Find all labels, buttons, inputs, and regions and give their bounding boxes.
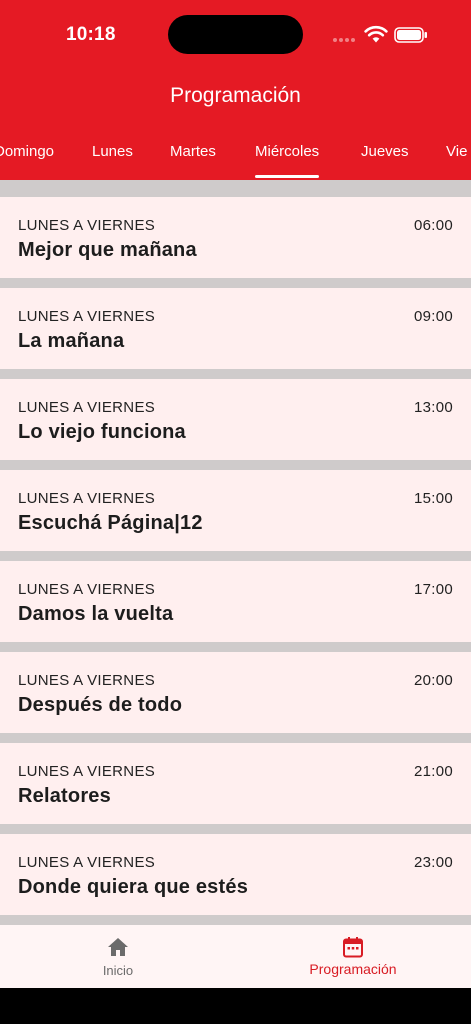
program-days: LUNES A VIERNES — [18, 399, 156, 416]
program-card[interactable]: LUNES A VIERNES 21:00 Relatores — [0, 743, 471, 824]
nav-inicio[interactable]: Inicio — [68, 925, 168, 988]
program-card[interactable]: LUNES A VIERNES 23:00 Donde quiera que e… — [0, 834, 471, 915]
program-name: Lo viejo funciona — [18, 421, 186, 443]
program-card[interactable]: LUNES A VIERNES 15:00 Escuchá Página|12 — [0, 470, 471, 551]
program-card[interactable]: LUNES A VIERNES 13:00 Lo viejo funciona — [0, 379, 471, 460]
program-days: LUNES A VIERNES — [18, 581, 156, 598]
tab-lunes[interactable]: Lunes — [92, 140, 133, 180]
nav-inicio-label: Inicio — [102, 963, 134, 978]
nav-programacion[interactable]: Programación — [283, 925, 423, 988]
battery-icon — [394, 27, 427, 43]
calendar-icon — [343, 937, 363, 958]
program-card[interactable]: LUNES A VIERNES 20:00 Después de todo — [0, 652, 471, 733]
wifi-icon — [364, 25, 388, 43]
program-time: 23:00 — [413, 854, 453, 871]
program-name: Donde quiera que estés — [18, 876, 249, 898]
tab-miercoles[interactable]: Miércoles — [255, 140, 320, 180]
program-days: LUNES A VIERNES — [18, 217, 156, 234]
program-name: Después de todo — [18, 694, 183, 716]
program-name: Damos la vuelta — [18, 603, 174, 625]
bottom-navigation: Inicio Programación — [0, 925, 471, 988]
program-card[interactable]: LUNES A VIERNES 09:00 La mañana — [0, 288, 471, 369]
home-icon — [108, 938, 128, 956]
cellular-signal-icon — [333, 38, 357, 43]
program-name: Escuchá Página|12 — [18, 512, 203, 534]
program-name: Mejor que mañana — [18, 239, 197, 261]
program-days: LUNES A VIERNES — [18, 308, 156, 325]
program-time: 21:00 — [413, 763, 453, 780]
program-time: 17:00 — [413, 581, 453, 598]
program-card[interactable]: LUNES A VIERNES 06:00 Mejor que mañana — [0, 197, 471, 278]
page-title: Programación — [170, 84, 301, 107]
program-card[interactable]: LUNES A VIERNES 17:00 Damos la vuelta — [0, 561, 471, 642]
tab-viernes[interactable]: Vie — [446, 140, 467, 180]
day-tabs: Domingo Lunes Martes Miércoles Jueves Vi… — [0, 140, 471, 180]
tab-domingo[interactable]: Domingo — [0, 140, 54, 180]
program-days: LUNES A VIERNES — [18, 763, 156, 780]
app-header: 10:18 Programación Domingo Lunes Martes … — [0, 0, 471, 180]
program-days: LUNES A VIERNES — [18, 672, 156, 689]
schedule-list[interactable]: LUNES A VIERNES 06:00 Mejor que mañana L… — [0, 180, 471, 925]
dynamic-island — [168, 15, 303, 54]
program-time: 09:00 — [413, 308, 453, 325]
program-name: La mañana — [18, 330, 125, 352]
status-time: 10:18 — [66, 24, 116, 45]
home-indicator-area — [0, 988, 471, 1024]
program-days: LUNES A VIERNES — [18, 854, 156, 871]
program-time: 20:00 — [413, 672, 453, 689]
program-days: LUNES A VIERNES — [18, 490, 156, 507]
program-time: 13:00 — [413, 399, 453, 416]
program-time: 06:00 — [413, 217, 453, 234]
nav-programacion-label: Programación — [309, 961, 397, 977]
program-name: Relatores — [18, 785, 111, 807]
tab-martes[interactable]: Martes — [170, 140, 216, 180]
program-time: 15:00 — [413, 490, 453, 507]
tab-jueves[interactable]: Jueves — [361, 140, 409, 180]
